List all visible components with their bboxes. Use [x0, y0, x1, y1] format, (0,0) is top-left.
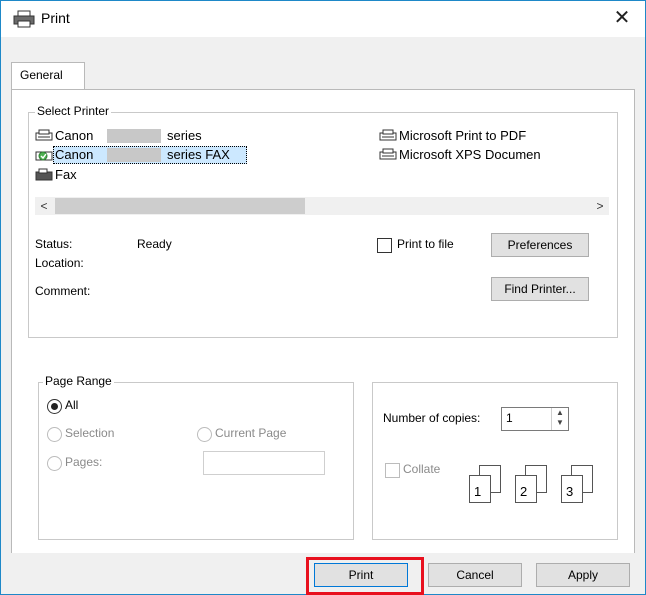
- printer-item-microsoft-pdf[interactable]: Microsoft Print to PDF: [379, 127, 609, 145]
- copies-value: 1: [506, 411, 513, 425]
- page-range-legend: Page Range: [43, 374, 114, 388]
- tab-general-label: General: [20, 68, 63, 82]
- printer-item-microsoft-xps[interactable]: Microsoft XPS Documen: [379, 146, 615, 164]
- scroll-thumb[interactable]: [55, 198, 305, 214]
- close-button[interactable]: ✕: [599, 1, 645, 37]
- page-icon: 1: [469, 475, 491, 503]
- print-button[interactable]: Print: [314, 563, 408, 587]
- dialog-button-bar: Print Cancel Apply: [1, 553, 645, 595]
- scroll-left-icon[interactable]: <: [35, 197, 53, 215]
- copies-stepper[interactable]: ▲ ▼: [551, 408, 568, 430]
- printer-suffix: series FAX: [167, 147, 230, 162]
- current-page-label: Current Page: [215, 426, 287, 440]
- printer-icon: [379, 129, 397, 141]
- status-label: Status:: [35, 237, 73, 251]
- all-label: All: [65, 398, 79, 412]
- collate-checkbox[interactable]: [385, 463, 400, 478]
- printer-icon: [379, 148, 397, 160]
- pages-input[interactable]: [203, 451, 325, 475]
- print-to-file-label: Print to file: [397, 237, 454, 251]
- close-icon: ✕: [613, 7, 631, 29]
- copies-group: Number of copies: 1 ▲▼ Collate 1 1 2 2 3…: [372, 382, 618, 540]
- status-value: Ready: [137, 237, 172, 251]
- printer-icon: [13, 10, 35, 28]
- dialog-body: General Select Printer Canon series Cano…: [1, 37, 645, 595]
- printer-item-fax[interactable]: Fax: [35, 166, 115, 184]
- page-icon: 3: [561, 475, 583, 503]
- general-panel: Select Printer Canon series Canon series…: [11, 89, 635, 555]
- tab-general[interactable]: General: [11, 62, 85, 89]
- print-to-file-checkbox[interactable]: [377, 238, 392, 253]
- printer-name: Fax: [55, 167, 77, 182]
- printer-item-canon[interactable]: Canon series: [35, 127, 225, 145]
- print-dialog: Print ✕ General Select Printer Canon ser…: [0, 0, 646, 595]
- horizontal-scrollbar[interactable]: < >: [35, 197, 609, 215]
- preferences-button[interactable]: Preferences: [491, 233, 589, 257]
- select-printer-legend: Select Printer: [35, 104, 112, 118]
- pages-label: Pages:: [65, 455, 103, 469]
- printer-item-canon-fax[interactable]: Canon series FAX: [35, 146, 245, 164]
- title-bar: Print ✕: [1, 1, 645, 37]
- collate-illustration: 1 1 2 2 3 3: [469, 465, 609, 509]
- redacted-model: [107, 129, 161, 143]
- cancel-button[interactable]: Cancel: [428, 563, 522, 587]
- find-printer-button[interactable]: Find Printer...: [491, 277, 589, 301]
- scroll-right-icon[interactable]: >: [591, 197, 609, 215]
- printer-suffix: series: [167, 128, 202, 143]
- collate-label: Collate: [403, 462, 441, 476]
- printer-name: Canon: [55, 128, 94, 143]
- pages-radio[interactable]: [47, 456, 62, 471]
- number-of-copies-label: Number of copies:: [383, 411, 481, 425]
- copies-input[interactable]: 1 ▲ ▼: [501, 407, 569, 431]
- page-icon: 2: [515, 475, 537, 503]
- selection-label: Selection: [65, 426, 115, 440]
- all-radio[interactable]: [47, 399, 62, 414]
- window-title: Print: [41, 10, 70, 26]
- current-page-radio[interactable]: [197, 427, 212, 442]
- apply-button[interactable]: Apply: [536, 563, 630, 587]
- page-range-group: Page Range All Selection Current Page Pa…: [38, 374, 354, 540]
- selection-radio[interactable]: [47, 427, 62, 442]
- fax-printer-icon: [35, 151, 53, 161]
- printer-name: Microsoft Print to PDF: [399, 128, 527, 143]
- printer-name: Microsoft XPS Documen: [399, 147, 541, 162]
- printer-icon: [35, 129, 53, 141]
- redacted-model: [107, 148, 161, 162]
- location-label: Location:: [35, 256, 84, 270]
- printer-name: Canon: [55, 147, 94, 162]
- comment-label: Comment:: [35, 284, 91, 298]
- select-printer-group: Select Printer Canon series Canon series…: [28, 104, 618, 338]
- fax-icon: [35, 168, 53, 181]
